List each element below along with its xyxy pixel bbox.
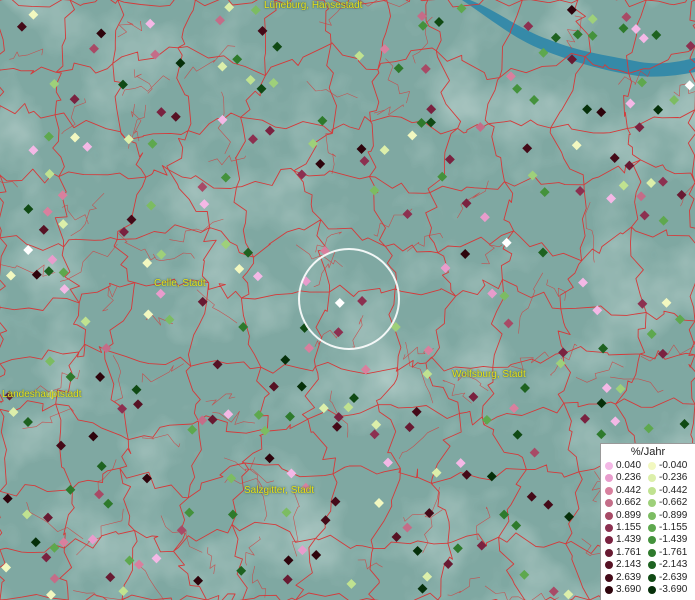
legend-row: 1.761 -1.761 (601, 547, 695, 559)
city-label-lueneburg: Lüneburg, Hansestadt (264, 0, 363, 11)
legend-swatch-positive (605, 474, 613, 483)
map-base-layer (0, 0, 695, 600)
legend-value-positive: 1.761 (616, 546, 642, 558)
legend-swatch-negative (648, 561, 656, 570)
legend-value-negative: -0.040 (659, 460, 688, 471)
legend-swatch-negative (648, 474, 656, 483)
legend-swatch-negative (648, 585, 656, 594)
legend-value-negative: -0.662 (659, 497, 688, 509)
legend-swatch-negative (648, 511, 656, 520)
legend-rows: 0.040 -0.040 0.236 -0.236 0.442 -0.442 0.662 -0… (601, 460, 695, 596)
map-canvas[interactable]: Lüneburg, Hansestadt Celle, Stadt Landes… (0, 0, 695, 600)
legend-swatch-negative (648, 573, 656, 582)
legend-value-negative: -0.442 (659, 484, 688, 496)
legend-row: 0.236 -0.236 (601, 472, 695, 484)
legend-row: 0.899 -0.899 (601, 510, 695, 522)
legend-swatch-negative (648, 486, 656, 495)
cloud-overlay (0, 0, 695, 600)
legend-value-positive: 1.155 (616, 521, 642, 533)
legend-row: 0.040 -0.040 (601, 460, 695, 472)
legend-value-negative: -3.690 (659, 583, 688, 595)
legend-swatch-positive (605, 462, 613, 470)
legend-swatch-negative (648, 536, 656, 545)
legend-swatch-negative (648, 523, 656, 532)
city-label-salzgitter: Salzgitter, Stadt (244, 485, 315, 496)
legend-swatch-positive (605, 499, 613, 508)
legend-row: 2.143 -2.143 (601, 559, 695, 571)
legend-value-positive: 0.662 (616, 497, 642, 509)
legend-value-positive: 1.439 (616, 534, 642, 546)
legend-value-negative: -2.639 (659, 571, 688, 583)
legend-value-positive: 0.236 (616, 472, 642, 484)
legend-value-positive: 3.690 (616, 583, 642, 595)
legend-row: 2.639 -2.639 (601, 572, 695, 584)
legend-swatch-positive (605, 511, 613, 520)
legend-value-negative: -1.155 (659, 521, 688, 533)
legend-swatch-positive (605, 573, 613, 582)
legend-row: 0.442 -0.442 (601, 485, 695, 497)
legend-value-negative: -0.236 (659, 472, 688, 484)
legend-swatch-negative (648, 499, 656, 508)
legend-swatch-negative (648, 462, 656, 470)
legend-swatch-positive (605, 536, 613, 545)
legend-swatch-positive (605, 548, 613, 557)
legend-value-positive: 0.899 (616, 509, 642, 521)
legend-swatch-positive (605, 486, 613, 495)
legend-swatch-negative (648, 548, 656, 557)
legend-value-positive: 0.040 (616, 460, 642, 471)
legend-value-negative: -1.761 (659, 546, 688, 558)
legend-swatch-positive (605, 561, 613, 570)
legend-value-positive: 2.143 (616, 559, 642, 571)
legend-row: 0.662 -0.662 (601, 497, 695, 509)
legend-title: %/Jahr (630, 446, 666, 458)
legend-panel: %/Jahr 0.040 -0.040 0.236 -0.236 0.442 -0.442… (600, 443, 695, 600)
legend-value-negative: -2.143 (659, 559, 688, 571)
city-label-celle: Celle, Stadt (154, 278, 206, 289)
legend-value-negative: -0.899 (659, 509, 688, 521)
legend-swatch-positive (605, 585, 613, 594)
city-label-hannover: Landeshauptstadt (2, 389, 82, 400)
legend-value-positive: 2.639 (616, 571, 642, 583)
legend-swatch-positive (605, 523, 613, 532)
legend-row: 1.155 -1.155 (601, 522, 695, 534)
city-label-wolfsburg: Wolfsburg, Stadt (452, 369, 526, 380)
legend-row: 1.439 -1.439 (601, 534, 695, 546)
legend-value-positive: 0.442 (616, 484, 642, 496)
legend-value-negative: -1.439 (659, 534, 688, 546)
legend-row: 3.690 -3.690 (601, 584, 695, 596)
